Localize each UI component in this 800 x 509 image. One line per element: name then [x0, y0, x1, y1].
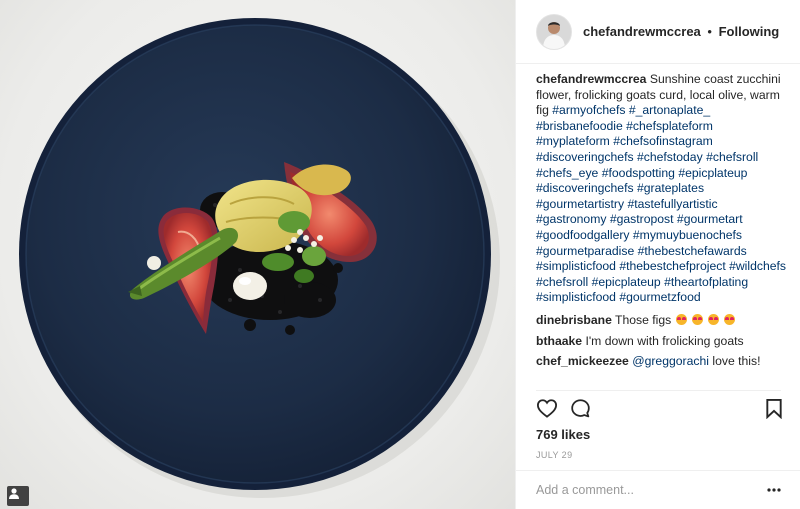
- heart-eyes-emoji: [708, 313, 720, 325]
- heart-eyes-emoji: [724, 313, 736, 325]
- post-header: chefandrewmccrea • Following: [516, 0, 800, 64]
- likes-count[interactable]: 769 likes: [536, 427, 590, 442]
- comment-row: chef_mickeezee @greggorachi love this!: [536, 354, 788, 370]
- heart-eyes-emoji: [692, 313, 704, 325]
- plated-dish-image: [19, 18, 500, 498]
- hashtag-link[interactable]: #chefstoday: [637, 150, 703, 164]
- hashtag-link[interactable]: #grateplates: [637, 181, 704, 195]
- header-text: chefandrewmccrea • Following: [583, 24, 779, 39]
- hashtag-link[interactable]: #wildchefs: [729, 259, 786, 273]
- comment-row: dinebrisbane Those figs: [536, 313, 788, 329]
- more-options-icon: [767, 488, 781, 492]
- save-button[interactable]: [765, 398, 783, 424]
- hashtag-link[interactable]: #thebestchefawards: [638, 244, 747, 258]
- hashtag-link[interactable]: #tastefullyartistic: [627, 197, 717, 211]
- more-options-button[interactable]: [766, 483, 782, 497]
- hashtag-list: #armyofchefs #_artonaplate_ #brisbanefoo…: [536, 103, 786, 304]
- actions-divider: [536, 390, 781, 391]
- instagram-post: chefandrewmccrea • Following chefandrewm…: [0, 0, 800, 509]
- comment-list: chefandrewmccrea Sunshine coast zucchini…: [536, 72, 788, 375]
- comment-author-link[interactable]: chef_mickeezee: [536, 354, 629, 368]
- comment-text: love this!: [712, 354, 761, 369]
- like-button[interactable]: [536, 398, 558, 423]
- post-photo[interactable]: [0, 0, 515, 509]
- separator-dot: •: [707, 24, 712, 39]
- mention-link[interactable]: @greggorachi: [632, 354, 709, 368]
- tagged-user-icon: [9, 488, 19, 499]
- hashtag-link[interactable]: #gourmetzfood: [619, 290, 700, 304]
- comment-bubble-icon: [571, 399, 590, 418]
- action-bar: [536, 398, 788, 422]
- bookmark-icon: [766, 398, 782, 420]
- hashtag-link[interactable]: #gourmetparadise: [536, 244, 634, 258]
- emoji-group: [671, 313, 736, 327]
- hashtag-link[interactable]: #thebestchefproject: [619, 259, 725, 273]
- hashtag-link[interactable]: #chefs_eye: [536, 166, 598, 180]
- hashtag-link[interactable]: #myplateform: [536, 134, 610, 148]
- hashtag-link[interactable]: #chefsplateform: [626, 119, 713, 133]
- follow-status-button[interactable]: Following: [719, 24, 780, 39]
- avatar[interactable]: [536, 13, 572, 50]
- hashtag-link[interactable]: #chefsofinstagram: [613, 134, 713, 148]
- comment-author-link[interactable]: dinebrisbane: [536, 313, 612, 327]
- hashtag-link[interactable]: #discoveringchefs: [536, 181, 634, 195]
- hashtag-link[interactable]: #epicplateup: [678, 166, 747, 180]
- hashtag-link[interactable]: #epicplateup: [592, 275, 661, 289]
- hashtag-link[interactable]: #discoveringchefs: [536, 150, 634, 164]
- heart-icon: [536, 399, 558, 418]
- comment-author-link[interactable]: bthaake: [536, 334, 582, 348]
- hashtag-link[interactable]: #simplisticfood: [536, 290, 616, 304]
- comment-text: I'm down with frolicking goats: [585, 333, 744, 348]
- caption: chefandrewmccrea Sunshine coast zucchini…: [536, 72, 788, 306]
- hashtag-link[interactable]: #gastronomy: [536, 212, 606, 226]
- heart-eyes-emoji: [676, 313, 688, 325]
- comment-text: Those figs: [615, 312, 672, 327]
- caption-author-link[interactable]: chefandrewmccrea: [536, 72, 646, 86]
- hashtag-link[interactable]: #foodspotting: [602, 166, 675, 180]
- add-comment-bar: [516, 470, 800, 509]
- hashtag-link[interactable]: #simplisticfood: [536, 259, 616, 273]
- comment-button[interactable]: [570, 398, 591, 424]
- hashtag-link[interactable]: #theartofplating: [664, 275, 748, 289]
- username-link[interactable]: chefandrewmccrea: [583, 24, 701, 39]
- chef-avatar-image: [537, 14, 571, 49]
- hashtag-link[interactable]: #mymuybuenochefs: [633, 228, 742, 242]
- post-date[interactable]: JULY 29: [536, 450, 573, 460]
- hashtag-link[interactable]: #chefsroll: [536, 275, 588, 289]
- hashtag-link[interactable]: #gourmetartistry: [536, 197, 624, 211]
- tagged-user-button[interactable]: [7, 486, 29, 506]
- hashtag-link[interactable]: #_artonaplate_: [629, 103, 710, 117]
- post-sidebar: chefandrewmccrea • Following chefandrewm…: [515, 0, 800, 509]
- hashtag-link[interactable]: #chefsroll: [706, 150, 758, 164]
- comment-row: bthaake I'm down with frolicking goats: [536, 334, 788, 350]
- hashtag-link[interactable]: #brisbanefoodie: [536, 119, 623, 133]
- hashtag-link[interactable]: #armyofchefs: [552, 103, 625, 117]
- add-comment-input[interactable]: [536, 480, 751, 500]
- hashtag-link[interactable]: #gourmetart: [677, 212, 743, 226]
- hashtag-link[interactable]: #goodfoodgallery: [536, 228, 630, 242]
- hashtag-link[interactable]: #gastropost: [610, 212, 674, 226]
